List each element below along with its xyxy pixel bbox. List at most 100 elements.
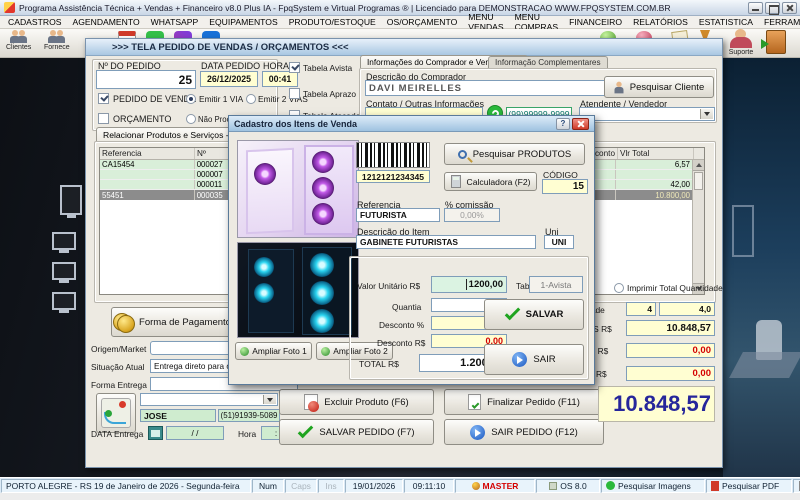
finalizar-pedido-button[interactable]: Finalizar Pedido (F11) <box>444 389 604 415</box>
frete-value-field[interactable]: 0,00 <box>626 366 715 381</box>
tab-info-complementares[interactable]: Informação Complementares <box>488 56 608 68</box>
status-tools[interactable] <box>793 478 800 493</box>
uni-field[interactable]: UNI <box>544 235 574 249</box>
calculator-icon <box>450 175 461 188</box>
referencia-value: FUTURISTA <box>360 210 407 220</box>
pedido-venda-checkbox[interactable] <box>98 93 109 104</box>
table-scrollbar[interactable] <box>692 160 704 294</box>
modal-close-button[interactable] <box>572 117 589 130</box>
vendedor-nome-field[interactable]: JOSE <box>140 409 216 422</box>
tab-relacionar-produtos[interactable]: Relacionar Produtos e Serviços -> <box>96 127 241 141</box>
descricao-item-field[interactable]: GABINETE FUTURISTAS <box>356 235 536 249</box>
menu-relatorios[interactable]: RELATÓRIOS <box>633 17 688 27</box>
toolbar-clientes-button[interactable]: Clientes <box>6 30 31 51</box>
salvar-pedido-button[interactable]: SALVAR PEDIDO (F7) <box>279 419 434 445</box>
menu-produto-estoque[interactable]: PRODUTO/ESTOQUE <box>289 17 376 27</box>
forma-entrega-label: Forma Entrega <box>91 380 147 390</box>
delete-icon <box>304 394 320 412</box>
desconto-total-field[interactable]: 0,00 <box>626 343 715 358</box>
ampliar-foto1-button[interactable]: Ampliar Foto 1 <box>235 342 312 360</box>
search-icon <box>457 149 467 159</box>
toolbar-suporte-label: Suporte <box>728 49 754 56</box>
sair-pedido-button[interactable]: SAIR PEDIDO (F12) <box>444 419 604 445</box>
menu-cadastros[interactable]: CADASTROS <box>8 17 61 27</box>
toolbar-suporte-button[interactable]: Suporte <box>728 29 754 56</box>
menu-ferramentas[interactable]: FERRAMENTAS <box>764 17 800 27</box>
atendente-combo[interactable] <box>579 107 715 121</box>
numero-pedido-field[interactable]: 25 <box>96 70 196 89</box>
calculadora-button[interactable]: Calculadora (F2) <box>444 172 537 191</box>
menu-estatistica[interactable]: ESTATISTICA <box>699 17 753 27</box>
menu-equipamentos[interactable]: EQUIPAMENTOS <box>209 17 277 27</box>
comissao-field[interactable]: 0,00% <box>444 208 500 222</box>
col-referencia[interactable]: Referencia <box>100 148 195 159</box>
data-pedido-field[interactable]: 26/12/2025 <box>200 71 258 87</box>
forma-pagamento-button[interactable]: Forma de Pagamento <box>111 307 233 337</box>
arrow-right-icon <box>470 424 486 440</box>
modal-salvar-button[interactable]: SALVAR <box>484 299 584 330</box>
barcode-value-field[interactable]: 1212121234345 <box>356 170 430 183</box>
restore-button[interactable] <box>765 2 780 15</box>
scroll-thumb[interactable] <box>694 172 703 190</box>
text-caret <box>465 279 467 290</box>
modal-titlebar[interactable]: Cadastro dos Itens de Venda ? <box>229 116 594 132</box>
pesquisar-produtos-label: Pesquisar PRODUTOS <box>472 148 572 160</box>
chevron-down-icon[interactable] <box>700 109 713 119</box>
mapa-button[interactable] <box>96 393 136 433</box>
codigo-value: 15 <box>572 181 584 192</box>
vendedor-fone-field[interactable]: (51)91939-5089 <box>218 409 280 422</box>
desconto-pct-label: Desconto % <box>379 320 425 330</box>
emitir-1via-radio[interactable] <box>186 94 196 104</box>
status-location: PORTO ALEGRE - RS 19 de Janeiro de 2026 … <box>1 478 251 493</box>
edit-icon <box>549 481 558 490</box>
referencia-field[interactable]: FUTURISTA <box>356 208 440 222</box>
exit-door-icon[interactable] <box>761 30 786 54</box>
tabela-avista-checkbox[interactable] <box>289 62 300 73</box>
help-button[interactable]: ? <box>556 117 570 130</box>
excluir-produto-button[interactable]: Excluir Produto (F6) <box>279 389 434 415</box>
forma-pagamento-label: Forma de Pagamento <box>139 316 231 328</box>
status-pesquisar-pdf[interactable]: Pesquisar PDF <box>706 478 792 493</box>
menu-agendamento[interactable]: AGENDAMENTO <box>72 17 139 27</box>
menu-financeiro[interactable]: FINANCEIRO <box>569 17 622 27</box>
calendar-icon[interactable] <box>148 426 163 440</box>
tabela-aprazo-checkbox[interactable] <box>289 88 300 99</box>
pesquisar-cliente-button[interactable]: Pesquisar Cliente <box>604 76 714 98</box>
minimize-button[interactable] <box>748 2 763 14</box>
screen-bottom-strip <box>0 493 800 500</box>
modal-sair-button[interactable]: SAIR <box>484 344 584 375</box>
pesquisar-produtos-button[interactable]: Pesquisar PRODUTOS <box>444 143 585 165</box>
hora-pedido-field[interactable]: 00:41 <box>262 71 298 87</box>
status-date: 19/01/2026 <box>345 478 403 493</box>
comissao-value: 0,00% <box>460 210 484 220</box>
document-check-icon <box>468 394 482 410</box>
descricao-comprador-field[interactable]: DAVI MEIRELLES <box>365 80 609 96</box>
product-photo-2 <box>237 242 359 338</box>
menu-os-orcamento[interactable]: OS/ORÇAMENTO <box>387 17 458 27</box>
scroll-up-icon[interactable] <box>693 160 704 171</box>
imprimir-total-radio[interactable] <box>614 283 624 293</box>
emitir-2vias-radio[interactable] <box>246 94 256 104</box>
tab-relacionar-label: Relacionar Produtos e Serviços -> <box>103 129 234 140</box>
quantia-label: Quantia <box>392 302 422 312</box>
data-pedido-value: 26/12/2025 <box>206 74 252 84</box>
coin-icon <box>113 313 136 333</box>
status-pesquisar-imagens[interactable]: Pesquisar Imagens <box>601 478 705 493</box>
menu-whatsapp[interactable]: WHATSAPP <box>151 17 199 27</box>
orcamento-checkbox[interactable] <box>98 113 109 124</box>
status-num: Num <box>252 478 284 493</box>
codigo-field[interactable]: 15 <box>542 179 588 194</box>
data-pedido-label: DATA PEDIDO <box>201 61 261 71</box>
valor-itens-field: 10.848,57 <box>626 320 715 336</box>
toolbar-clientes-label: Clientes <box>6 44 32 51</box>
entrega-combo[interactable] <box>140 393 278 406</box>
baixa-estoque-radio[interactable] <box>186 114 196 124</box>
col-vlrtotal[interactable]: Vlr Total <box>618 148 694 159</box>
toolbar-fornecedor-button[interactable]: Fornece <box>44 30 70 51</box>
close-button[interactable] <box>782 2 797 14</box>
salvar-pedido-label: SALVAR PEDIDO (F7) <box>319 426 415 438</box>
data-entrega-field[interactable]: / / <box>166 426 224 440</box>
chevron-down-icon[interactable] <box>263 395 276 404</box>
valor-unitario-field[interactable]: 1200,00 <box>431 276 507 293</box>
tabela-preco-field[interactable]: 1-Avista <box>529 276 583 293</box>
